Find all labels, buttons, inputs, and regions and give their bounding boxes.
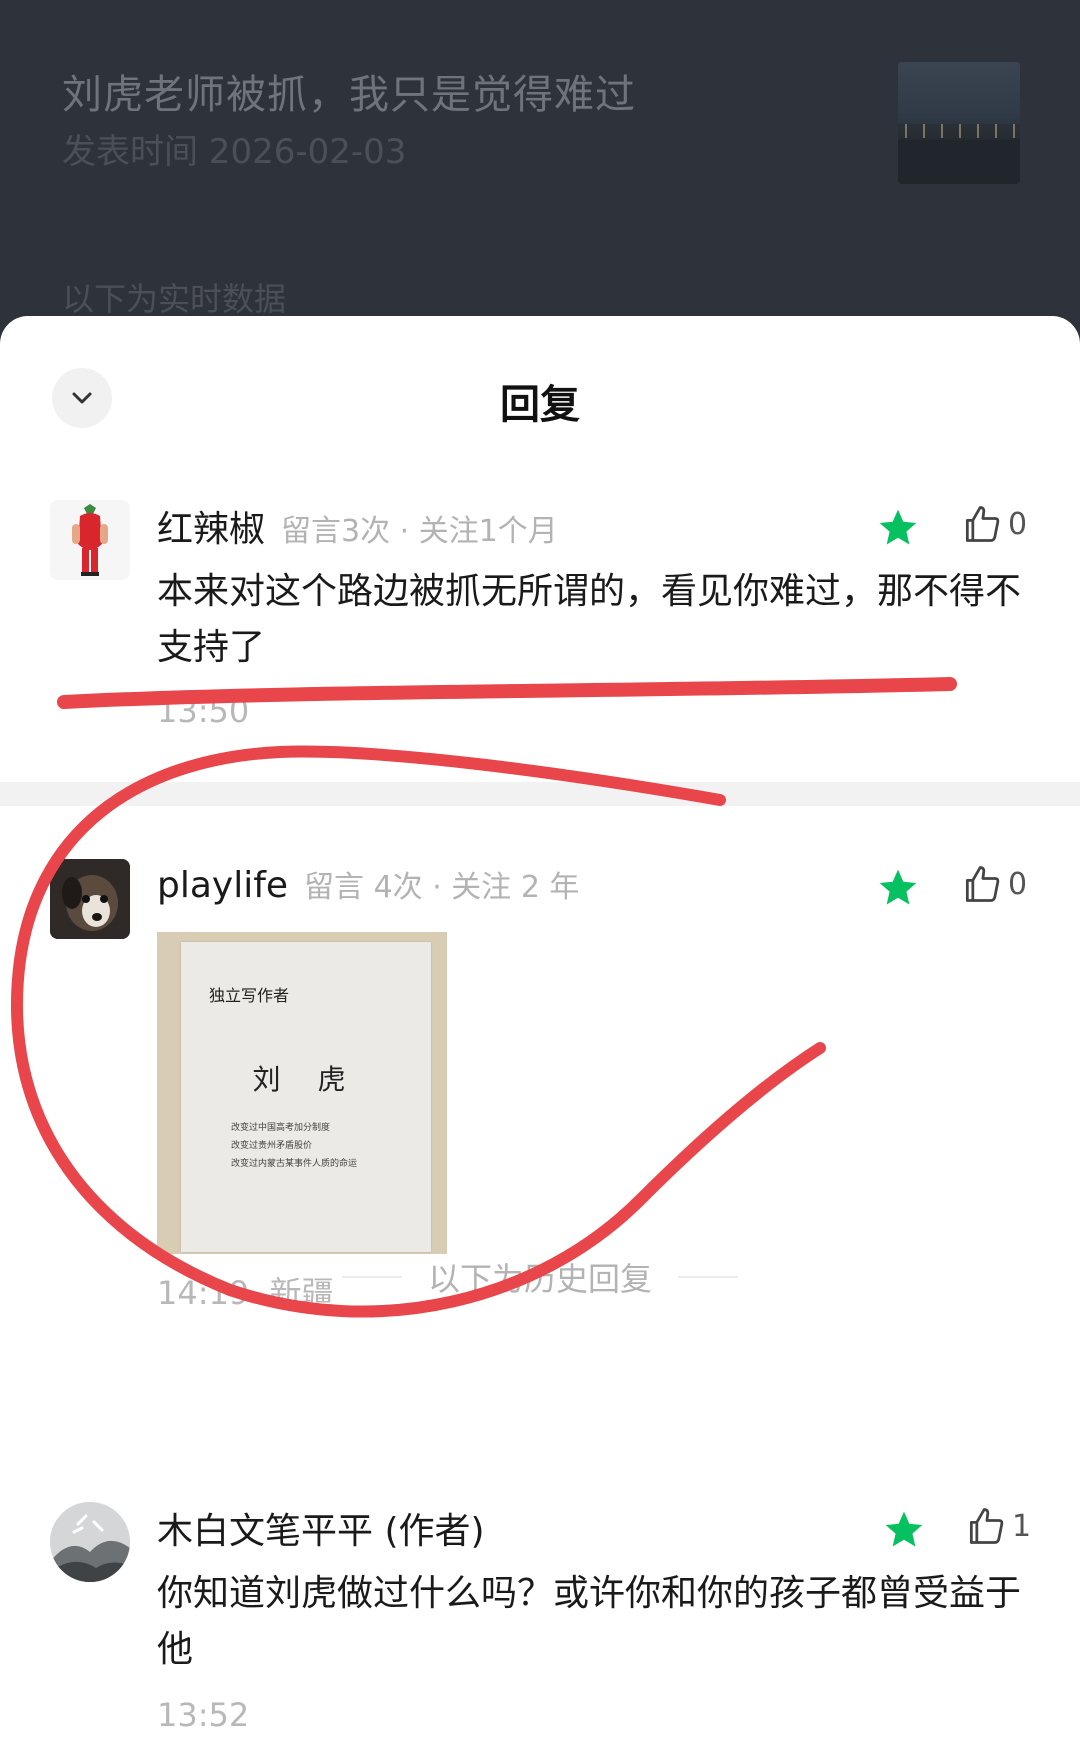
article-thumbnail	[898, 62, 1020, 184]
commenter-name-text: 红辣椒	[157, 509, 266, 550]
commenter-meta: 留言 4次 · 关注 2 年	[304, 870, 580, 905]
star-icon[interactable]	[876, 866, 920, 910]
section-divider	[0, 782, 1080, 806]
paper-line: 改变过内蒙古某事件人质的命运	[231, 1159, 358, 1169]
comment-text: 你知道刘虎做过什么吗？或许你和你的孩子都曾受益于他	[157, 1573, 1022, 1670]
article-publish-date: 发表时间 2026-02-03	[62, 132, 407, 172]
thumbs-up-icon	[969, 1508, 1004, 1544]
avatar[interactable]	[50, 1502, 130, 1582]
like-count: 0	[1008, 506, 1028, 542]
paper-line: 改变过贵州矛盾股价	[231, 1141, 313, 1151]
sheet-title: 回复	[500, 382, 580, 428]
commenter-name[interactable]: 红辣椒 留言3次 · 关注1个月	[157, 500, 558, 552]
comment-text: 本来对这个路边被抓无所谓的，看见你难过，那不得不支持了	[157, 571, 1022, 668]
comment-time: 13:50	[157, 692, 250, 730]
divider-line	[341, 1276, 402, 1278]
ink-landscape-icon	[50, 1502, 130, 1582]
article-title: 刘虎老师被抓，我只是觉得难过	[62, 72, 636, 118]
history-divider: 以下为历史回复	[0, 1254, 1080, 1300]
like-count: 0	[1008, 866, 1028, 902]
chili-figure-icon	[50, 500, 130, 580]
paper-line: 改变过中国高考加分制度	[231, 1123, 331, 1133]
dog-icon	[50, 859, 130, 939]
avatar[interactable]	[50, 500, 130, 580]
commenter-name[interactable]: playlife 留言 4次 · 关注 2 年	[157, 862, 579, 906]
attached-image[interactable]: 独立写作者 刘 虎 改变过中国高考加分制度 改变过贵州矛盾股价 改变过内蒙古某事…	[157, 932, 447, 1254]
divider-line	[678, 1276, 738, 1278]
like-button[interactable]: 1	[964, 1504, 1031, 1548]
reply-sheet: 回复 红辣椒 留言3次 · 关注1个月 0 本来对这个路边被抓无所谓的，看见你难…	[0, 316, 1080, 1752]
like-button[interactable]: 0	[960, 502, 1027, 546]
realtime-data-label: 以下为实时数据	[62, 280, 287, 318]
like-button[interactable]: 0	[960, 862, 1027, 906]
paper-heading: 独立写作者	[209, 986, 290, 1005]
comment-time: 13:52	[157, 1696, 250, 1734]
thumbs-up-icon	[965, 866, 1000, 902]
commenter-name-text: playlife	[157, 865, 289, 906]
avatar[interactable]	[50, 859, 130, 939]
star-icon[interactable]	[876, 506, 920, 550]
paper-name: 刘 虎	[252, 1063, 360, 1096]
history-label: 以下为历史回复	[427, 1260, 652, 1298]
commenter-name[interactable]: 木白文笔平平 (作者)	[157, 1502, 485, 1554]
star-icon[interactable]	[882, 1508, 926, 1552]
article-header: 刘虎老师被抓，我只是觉得难过 发表时间 2026-02-03 以下为实时数据	[0, 0, 1080, 330]
thumbs-up-icon	[965, 506, 1000, 542]
commenter-meta: 留言3次 · 关注1个月	[281, 514, 558, 549]
attached-paper: 独立写作者 刘 虎 改变过中国高考加分制度 改变过贵州矛盾股价 改变过内蒙古某事…	[181, 942, 431, 1252]
like-count: 1	[1012, 1508, 1032, 1544]
